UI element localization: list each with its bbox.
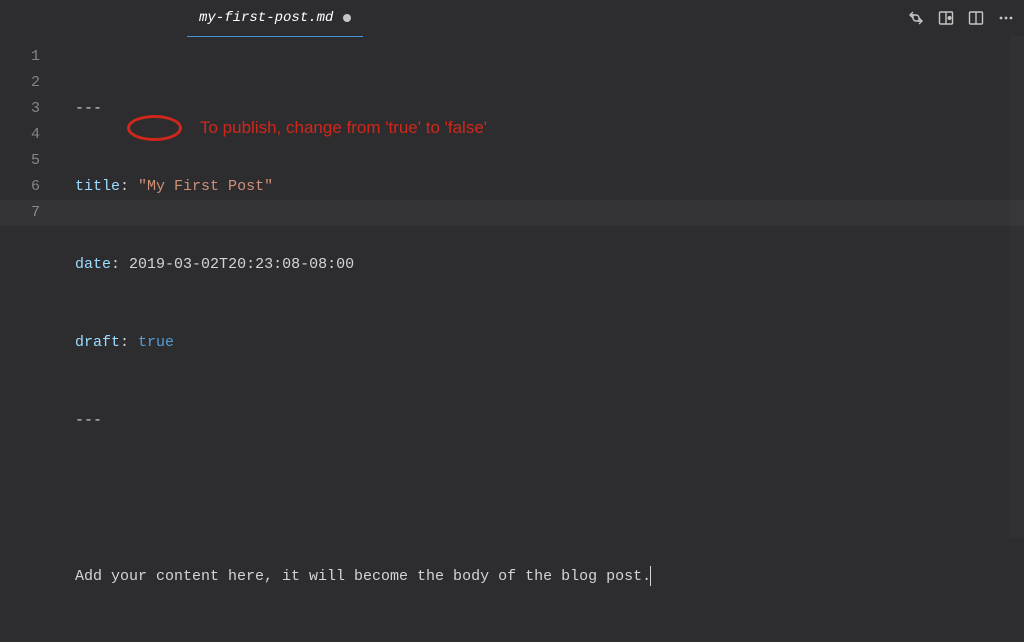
text-cursor bbox=[650, 566, 651, 586]
yaml-colon: : bbox=[120, 334, 129, 351]
editor-actions bbox=[365, 0, 1024, 36]
code-line[interactable]: draft: true bbox=[55, 330, 1024, 356]
compare-changes-icon[interactable] bbox=[908, 10, 924, 26]
line-number: 1 bbox=[0, 44, 40, 70]
code-line[interactable]: title: "My First Post" bbox=[55, 174, 1024, 200]
body-text: Add your content here, it will become th… bbox=[75, 568, 651, 585]
yaml-value-date: 2019-03-02T20:23:08-08:00 bbox=[129, 256, 354, 273]
yaml-key: title bbox=[75, 178, 120, 195]
scrollbar-track[interactable] bbox=[1010, 36, 1024, 538]
tab-bar: my-first-post.md bbox=[0, 0, 1024, 36]
code-line[interactable]: Add your content here, it will become th… bbox=[55, 564, 1024, 590]
yaml-value-string: "My First Post" bbox=[138, 178, 273, 195]
more-actions-icon[interactable] bbox=[998, 10, 1014, 26]
yaml-key: draft bbox=[75, 334, 120, 351]
tab-filename: my-first-post.md bbox=[199, 10, 333, 26]
code-line[interactable]: --- bbox=[55, 408, 1024, 434]
line-number: 6 bbox=[0, 174, 40, 200]
line-number: 5 bbox=[0, 148, 40, 174]
editor-area[interactable]: 1 2 3 4 5 6 7 --- title: "My First Post"… bbox=[0, 36, 1024, 538]
frontmatter-delim: --- bbox=[75, 100, 102, 117]
yaml-colon: : bbox=[120, 178, 129, 195]
yaml-colon: : bbox=[111, 256, 120, 273]
annotation-text: To publish, change from 'true' to 'false… bbox=[200, 118, 487, 138]
line-number: 4 bbox=[0, 122, 40, 148]
editor-tab[interactable]: my-first-post.md bbox=[185, 0, 365, 36]
code-line[interactable] bbox=[55, 486, 1024, 512]
line-number-gutter: 1 2 3 4 5 6 7 bbox=[0, 36, 55, 538]
code-line[interactable]: date: 2019-03-02T20:23:08-08:00 bbox=[55, 252, 1024, 278]
yaml-key: date bbox=[75, 256, 111, 273]
open-preview-icon[interactable] bbox=[938, 10, 954, 26]
yaml-value-bool: true bbox=[138, 334, 174, 351]
frontmatter-delim: --- bbox=[75, 412, 102, 429]
line-number: 2 bbox=[0, 70, 40, 96]
annotation-circle bbox=[127, 115, 182, 141]
code-content[interactable]: --- title: "My First Post" date: 2019-03… bbox=[55, 36, 1024, 538]
tab-bar-spacer bbox=[0, 0, 185, 36]
split-editor-icon[interactable] bbox=[968, 10, 984, 26]
line-number: 3 bbox=[0, 96, 40, 122]
dirty-indicator-icon bbox=[343, 14, 351, 22]
